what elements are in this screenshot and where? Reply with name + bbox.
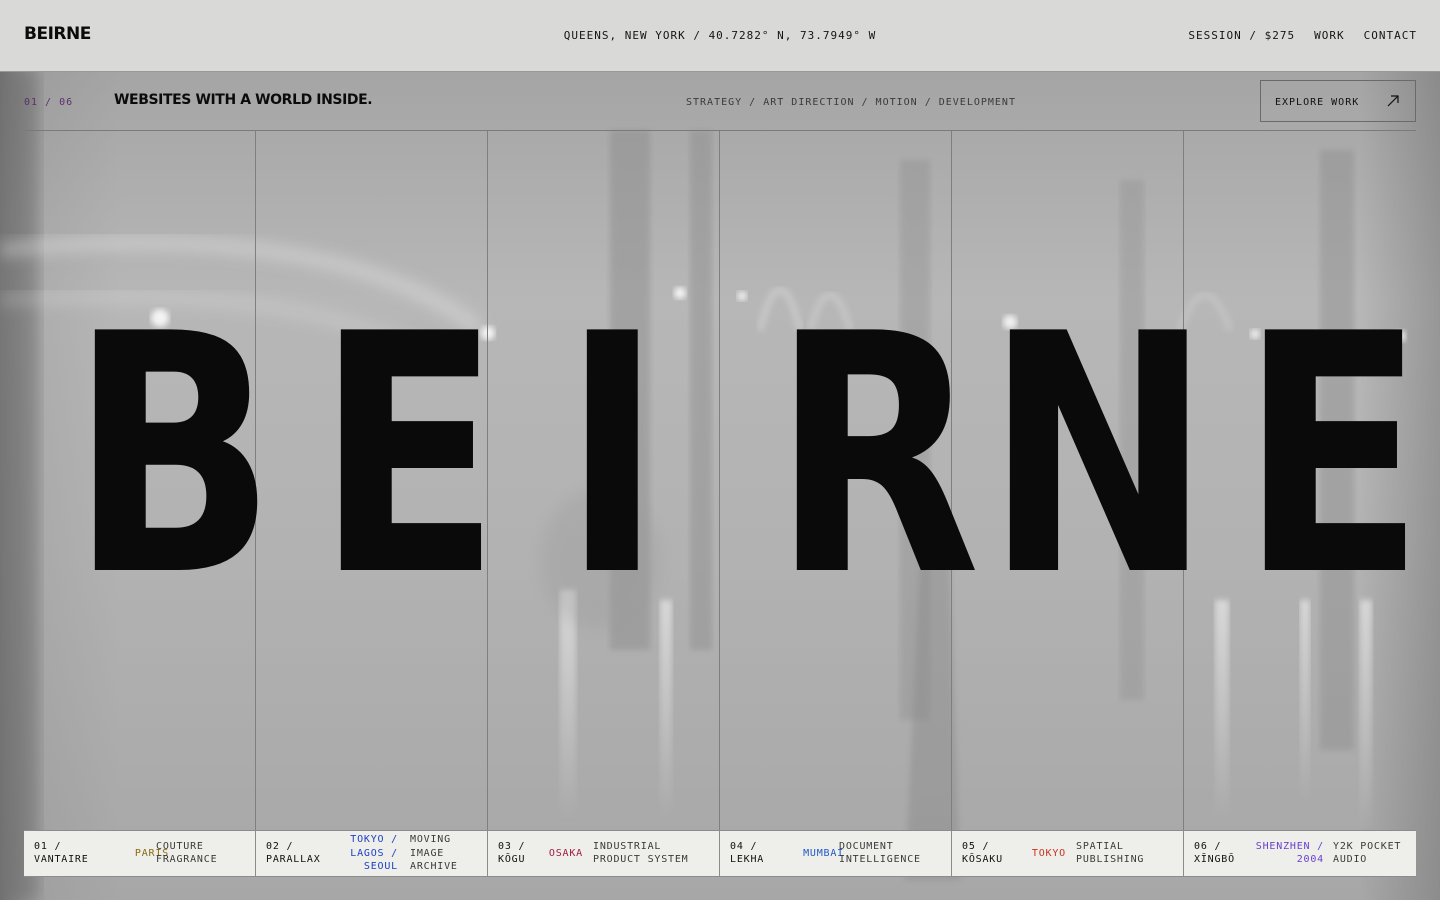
project-city: TOKYO / xyxy=(350,834,398,845)
project-desc-line: INDUSTRIAL xyxy=(593,841,662,852)
project-city: SEOUL xyxy=(363,861,398,872)
project-desc-line: COUTURE xyxy=(156,841,204,852)
project-desc-line: FRAGRANCE xyxy=(156,854,218,865)
project-desc-line: IMAGE xyxy=(410,847,445,859)
project-city: 2004 xyxy=(1296,854,1324,865)
project-name: XĪNGBŌ xyxy=(1194,854,1235,865)
project-cards: 01 / VANTAIRE PARIS COUTURE FRAGRANCE TO… xyxy=(24,830,1416,877)
project-number: 02 / xyxy=(266,841,294,852)
project-number: 04 / xyxy=(730,841,758,852)
project-desc-line: Y2K POCKET xyxy=(1333,841,1402,852)
project-desc-line: SPATIAL xyxy=(1076,841,1124,852)
project-number: 01 / xyxy=(34,841,62,852)
project-desc-line: ARCHIVE xyxy=(410,861,458,872)
project-desc-line: DOCUMENT xyxy=(839,841,894,852)
project-desc-line: PUBLISHING xyxy=(1076,854,1145,865)
top-header: BEIRNE QUEENS, NEW YORK / 40.7282° N, 73… xyxy=(0,0,1440,72)
hero-letter-e: E xyxy=(316,264,501,648)
hero-wordmark: B E I R N E xyxy=(0,264,1440,648)
project-name: PARALLAX xyxy=(266,854,321,865)
project-desc-line: PRODUCT SYSTEM xyxy=(593,854,689,865)
hero-letter-n: N xyxy=(985,264,1212,648)
project-desc-line: INTELLIGENCE xyxy=(839,854,921,865)
nav-session-link[interactable]: SESSION / $275 xyxy=(1188,29,1295,42)
project-city: TOKYO xyxy=(1031,848,1066,859)
project-city: LAGOS / xyxy=(350,847,398,859)
top-nav: SESSION / $275 WORK CONTACT xyxy=(1188,29,1417,42)
services-list: STRATEGY / ART DIRECTION / MOTION / DEVE… xyxy=(686,97,1016,108)
project-card-kogu[interactable]: 03 / KŌGU OSAKA INDUSTRIAL PRODUCT SYSTE… xyxy=(488,831,720,876)
project-number: 05 / xyxy=(962,841,990,852)
sub-header: 01 / 06 WEBSITES WITH A WORLD INSIDE. ST… xyxy=(24,72,1416,131)
project-card-vantaire[interactable]: 01 / VANTAIRE PARIS COUTURE FRAGRANCE xyxy=(24,831,256,876)
project-desc-line: AUDIO xyxy=(1333,854,1368,865)
project-name: KŌSAKU xyxy=(962,854,1003,865)
nav-contact-link[interactable]: CONTACT xyxy=(1364,29,1417,42)
project-number: 03 / xyxy=(498,841,526,852)
project-name: VANTAIRE xyxy=(34,854,89,865)
nav-work-link[interactable]: WORK xyxy=(1314,29,1345,42)
project-desc-line: MOVING xyxy=(410,834,451,845)
hero-letter-i: I xyxy=(562,264,663,648)
project-city: SHENZHEN / xyxy=(1255,841,1324,852)
arrow-up-right-icon xyxy=(1387,95,1399,107)
hero-letter-e2: E xyxy=(1240,264,1425,648)
hero-letter-b: B xyxy=(70,264,277,648)
project-number: 06 / xyxy=(1194,841,1222,852)
explore-work-button[interactable]: EXPLORE WORK xyxy=(1260,80,1416,122)
project-name: LEKHA xyxy=(730,854,765,865)
slide-counter: 01 / 06 xyxy=(24,97,74,108)
project-name: KŌGU xyxy=(498,854,526,865)
tagline: WEBSITES WITH A WORLD INSIDE. xyxy=(114,92,373,108)
hero-letter-r: R xyxy=(772,264,981,648)
project-city: MUMBAI xyxy=(803,848,844,859)
explore-work-label: EXPLORE WORK xyxy=(1275,97,1360,108)
project-card-kosaku[interactable]: 05 / KŌSAKU TOKYO SPATIAL PUBLISHING xyxy=(952,831,1184,876)
project-card-parallax[interactable]: TOKYO / 02 / LAGOS / PARALLAX SEOUL MOVI… xyxy=(256,831,488,876)
project-card-xingbo[interactable]: 06 / XĪNGBŌ SHENZHEN / 2004 Y2K POCKET A… xyxy=(1184,831,1416,876)
project-card-lekha[interactable]: 04 / LEKHA MUMBAI DOCUMENT INTELLIGENCE xyxy=(720,831,952,876)
project-city: OSAKA xyxy=(548,848,583,859)
page: BEIRNE QUEENS, NEW YORK / 40.7282° N, 73… xyxy=(0,0,1440,900)
